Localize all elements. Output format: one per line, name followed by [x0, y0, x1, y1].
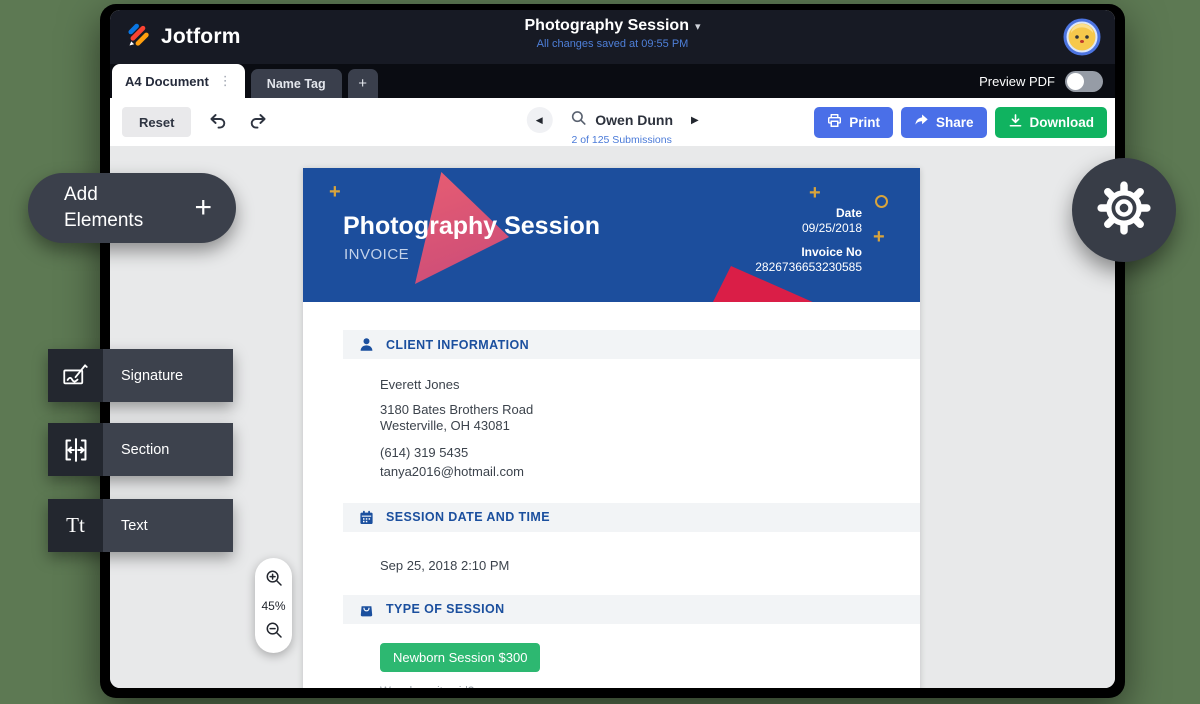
search-icon [570, 110, 586, 131]
tool-text-label: Text [103, 499, 233, 552]
user-avatar[interactable] [1063, 18, 1101, 56]
save-status: All changes saved at 09:55 PM [536, 38, 689, 50]
settings-button[interactable] [1072, 158, 1176, 262]
submission-count: 2 of 125 Submissions [571, 133, 672, 146]
tool-section-label: Section [103, 423, 233, 476]
redo-button[interactable] [245, 110, 271, 135]
section-type-of-session[interactable]: TYPE OF SESSION [343, 594, 920, 624]
download-button[interactable]: Download [994, 106, 1107, 138]
plus-icon: + [194, 191, 212, 224]
share-arrow-icon [914, 113, 929, 131]
app-window: Jotform Photography Session ▾ All changes… [100, 4, 1125, 698]
invoice-no-label: Invoice No [801, 245, 862, 259]
person-icon [359, 337, 374, 352]
tab-bar: A4 Document ⋮ Name Tag + Preview PDF [110, 64, 1115, 98]
tab-a4-document[interactable]: A4 Document ⋮ [112, 64, 245, 98]
print-button[interactable]: Print [814, 106, 893, 138]
toolbar: Reset ◀ Owen Dunn 2 of 125 Submissions ▶… [110, 98, 1115, 146]
prev-arrow-icon: ◀ [535, 114, 543, 125]
add-elements-label: Add Elements [64, 184, 144, 231]
chevron-down-icon: ▾ [694, 21, 701, 33]
next-arrow-icon: ▶ [691, 114, 699, 126]
date-label: Date [835, 206, 862, 220]
client-name: Everett Jones [380, 377, 460, 392]
gear-icon [1096, 180, 1152, 241]
prev-submission-button[interactable]: ◀ [526, 107, 553, 133]
brand-name: Jotform [161, 25, 241, 48]
download-icon [1008, 113, 1023, 131]
undo-icon [207, 112, 229, 133]
next-submission-button[interactable]: ▶ [691, 115, 699, 126]
preview-pdf-label: Preview PDF [979, 74, 1055, 89]
brand: Jotform [124, 21, 241, 53]
screen: Jotform Photography Session ▾ All changes… [0, 0, 1200, 704]
client-phone: (614) 319 5435 [380, 444, 469, 460]
invoice-body: CLIENT INFORMATION Everett Jones 3180 Ba… [303, 302, 920, 688]
zoom-level: 45% [261, 598, 286, 613]
document-title-dropdown[interactable]: Photography Session ▾ [525, 17, 701, 35]
zoom-in-icon [265, 569, 283, 590]
jotform-logo-icon [124, 21, 151, 53]
add-elements-button[interactable]: Add Elements + [28, 173, 236, 243]
tab-name-tag[interactable]: Name Tag [250, 69, 342, 98]
printer-icon [827, 113, 842, 131]
section-icon [48, 423, 103, 476]
client-email: tanya2016@hotmail.com [380, 464, 524, 479]
shopping-bag-icon [359, 602, 374, 617]
client-info-field[interactable]: Everett Jones 3180 Bates Brothers Road W… [380, 377, 920, 481]
invoice-meta[interactable]: Date 09/25/2018 Invoice No 2826736653230… [755, 206, 862, 275]
undo-button[interactable] [205, 110, 231, 135]
zoom-out-icon [265, 621, 283, 642]
reset-button[interactable]: Reset [122, 107, 192, 137]
document-title-block: Photography Session ▾ All changes saved a… [525, 17, 701, 50]
submission-name: Owen Dunn [595, 112, 674, 128]
top-bar: Jotform Photography Session ▾ All changes… [110, 10, 1115, 64]
tool-text[interactable]: Tt Text [48, 499, 233, 552]
zoom-control: 45% [255, 558, 292, 653]
share-button[interactable]: Share [900, 106, 987, 138]
section-session-date[interactable]: SESSION DATE AND TIME [343, 502, 920, 532]
date-value: 09/25/2018 [801, 221, 862, 235]
invoice-subtitle[interactable]: INVOICE [344, 246, 409, 263]
zoom-out-button[interactable] [265, 621, 283, 642]
add-tab-button[interactable]: + [347, 69, 378, 98]
tool-section[interactable]: Section [48, 423, 233, 476]
tab-menu-icon[interactable]: ⋮ [219, 73, 232, 89]
client-address: 3180 Bates Brothers Road Westerville, OH… [380, 401, 534, 434]
deposit-question-label: Was deposit paid? [380, 686, 920, 689]
decor-circle-icon [875, 195, 888, 208]
submission-search[interactable]: Owen Dunn 2 of 125 Submissions [570, 110, 674, 146]
text-icon: Tt [48, 499, 103, 552]
decor-plus-icon: + [873, 226, 885, 248]
invoice-page: + + + Photography Session INVOICE Date 0… [303, 168, 920, 688]
zoom-in-button[interactable] [265, 569, 283, 590]
tool-signature-label: Signature [103, 349, 233, 402]
preview-pdf-toggle[interactable] [1065, 71, 1103, 92]
submission-nav: ◀ Owen Dunn 2 of 125 Submissions ▶ [526, 107, 699, 146]
session-datetime-field[interactable]: Sep 25, 2018 2:10 PM [380, 558, 920, 573]
decor-plus-icon: + [809, 182, 821, 204]
toolbar-actions: Print Share Download [814, 106, 1107, 138]
invoice-header[interactable]: + + + Photography Session INVOICE Date 0… [303, 168, 920, 302]
invoice-title[interactable]: Photography Session [343, 212, 600, 241]
redo-icon [247, 112, 269, 133]
signature-icon [48, 349, 103, 402]
invoice-no-value: 2826736653230585 [755, 260, 862, 274]
section-client-information[interactable]: CLIENT INFORMATION [343, 330, 920, 359]
calendar-icon [359, 510, 374, 525]
decor-plus-icon: + [329, 181, 341, 203]
session-type-badge[interactable]: Newborn Session $300 [380, 642, 541, 672]
tool-signature[interactable]: Signature [48, 349, 233, 402]
preview-pdf-control: Preview PDF [979, 71, 1103, 92]
